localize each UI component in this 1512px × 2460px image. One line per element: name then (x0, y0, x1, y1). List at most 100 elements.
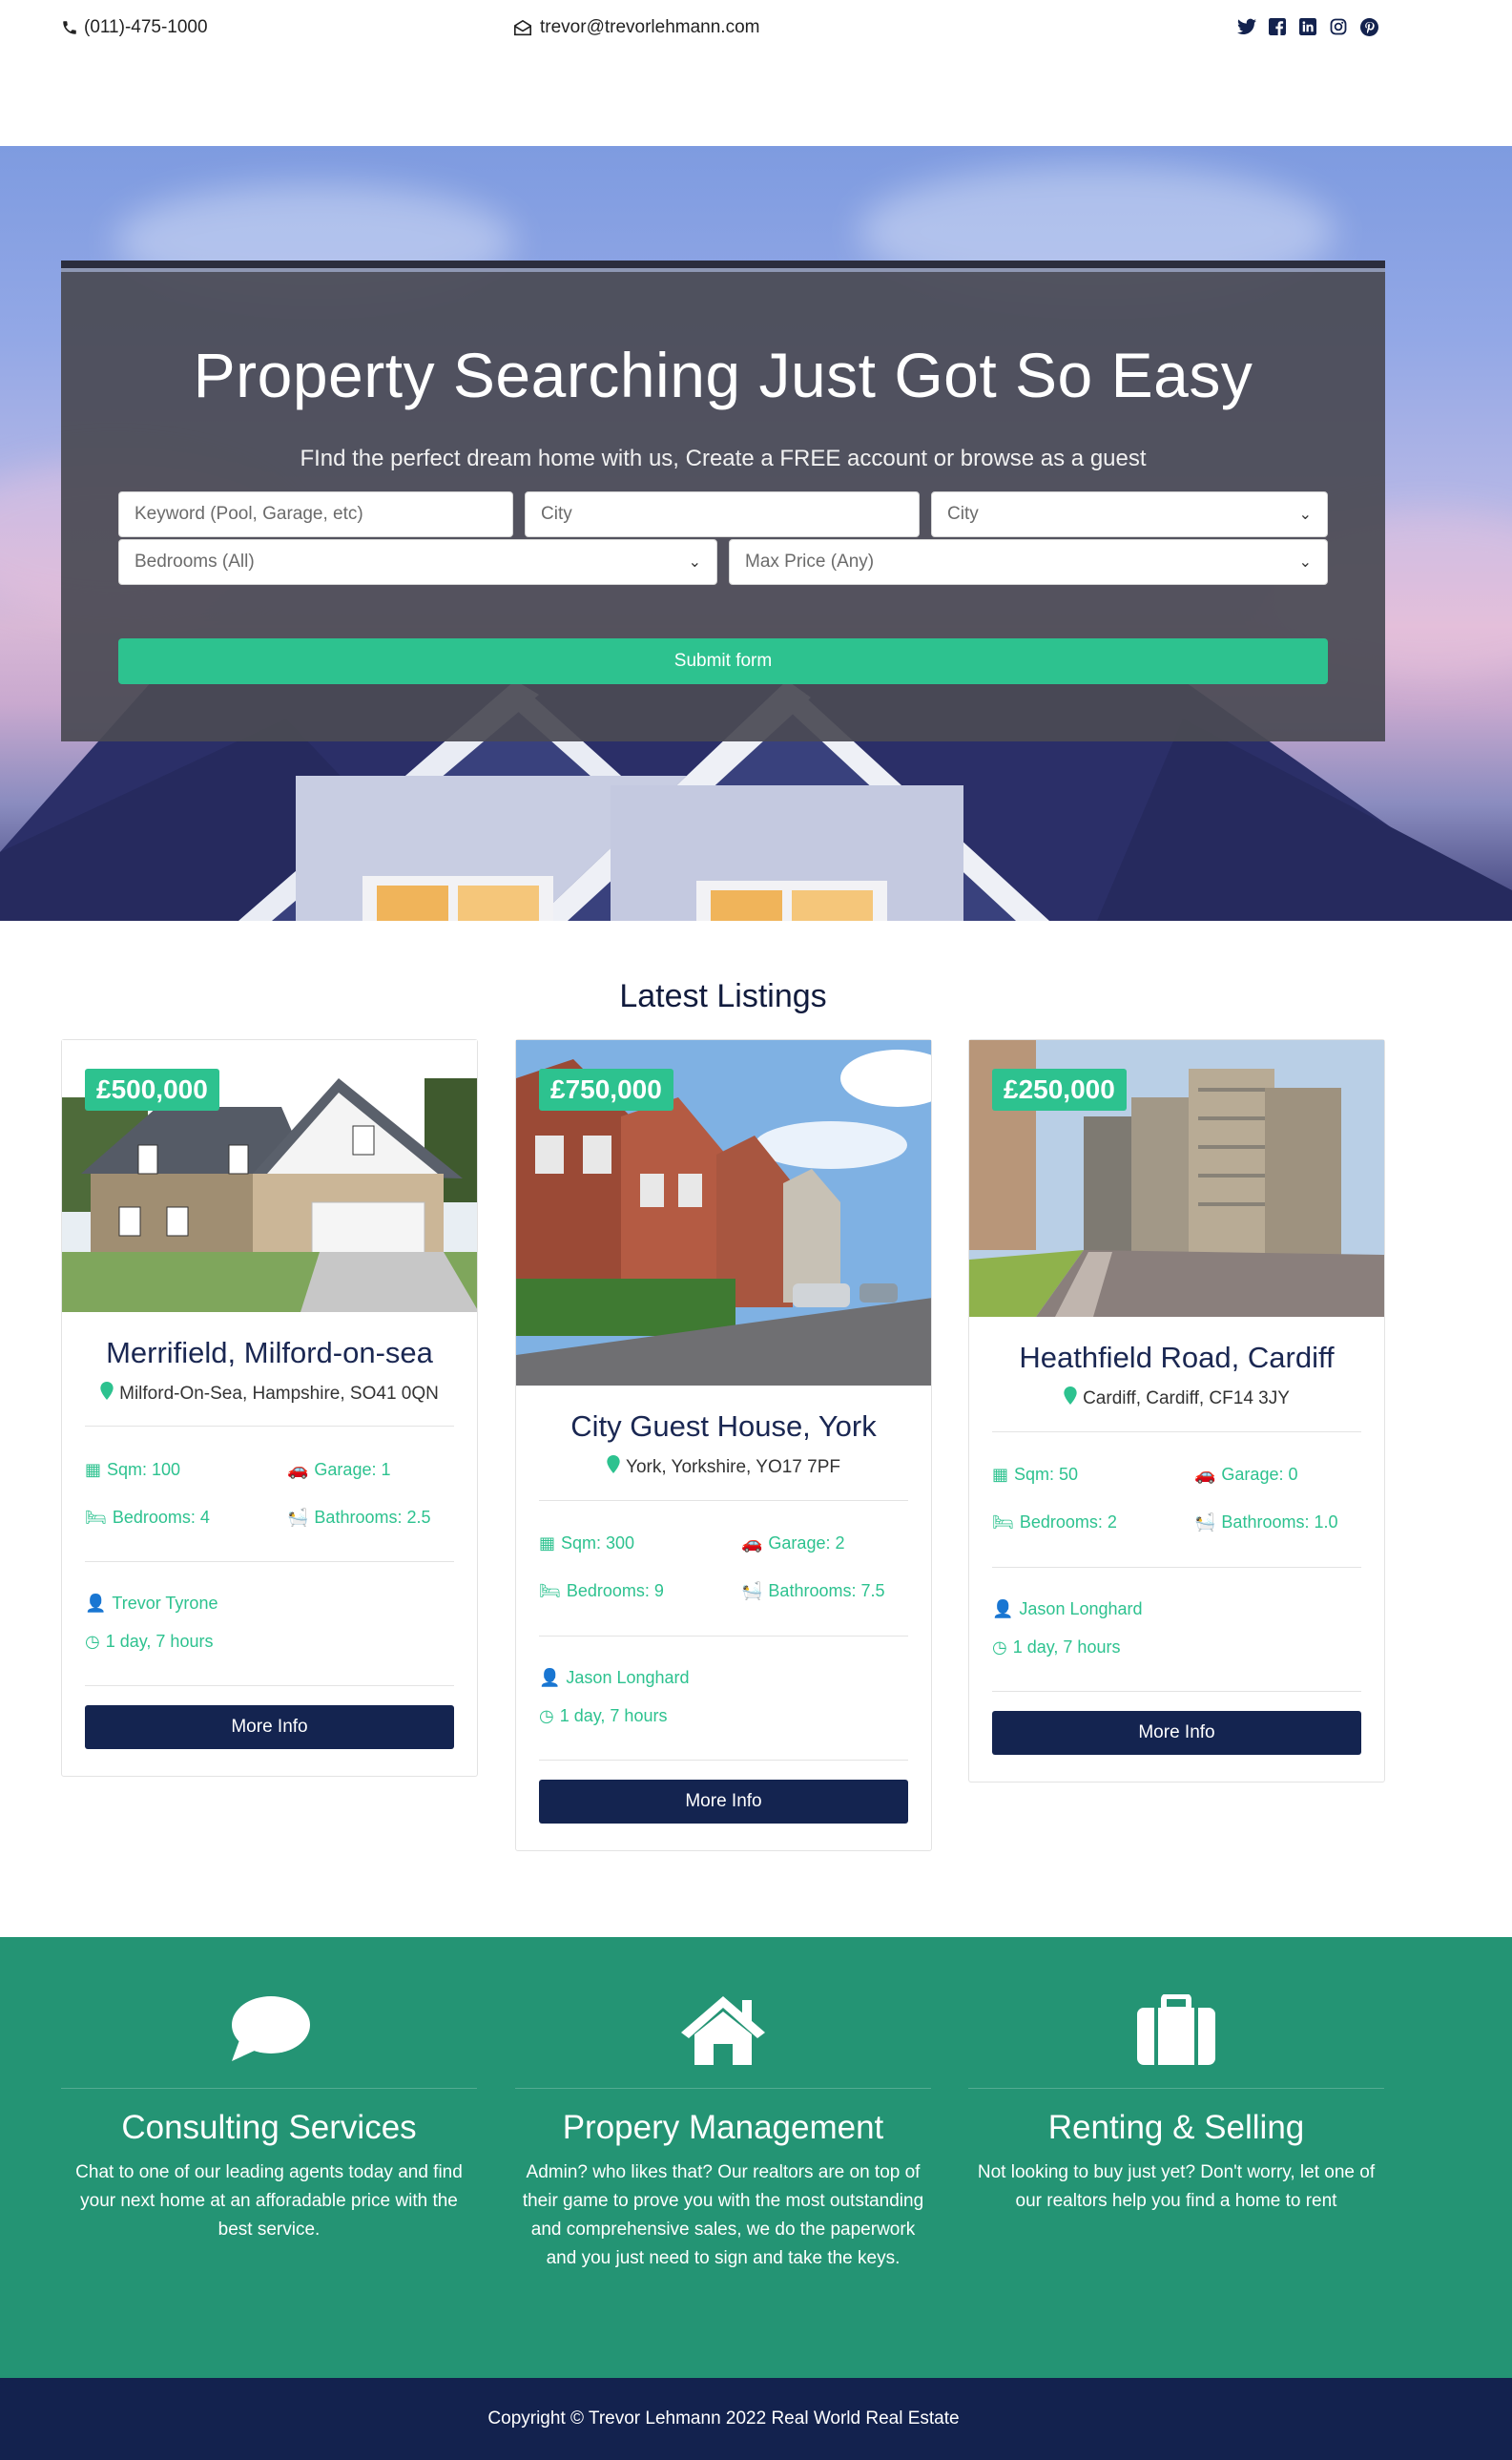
phone-contact[interactable]: (011)-475-1000 (61, 17, 208, 38)
user-icon: 👤 (85, 1594, 107, 1613)
copyright-text: Copyright © Trevor Lehmann 2022 Real Wor… (487, 2408, 960, 2429)
service-divider (968, 2088, 1384, 2089)
bed-icon: 🛏 (85, 1508, 107, 1527)
more-info-button[interactable]: More Info (539, 1780, 908, 1824)
max-price-select-value: Max Price (Any) (745, 552, 875, 572)
bedrooms-select[interactable]: Bedrooms (All) ⌄ (118, 539, 717, 585)
divider (85, 1685, 454, 1686)
facebook-icon[interactable] (1267, 16, 1288, 37)
listing-title[interactable]: Heathfield Road, Cardiff (969, 1341, 1384, 1375)
top-bar: (011)-475-1000 trevor@trevorlehmann.com (0, 0, 1512, 57)
submit-button[interactable]: Submit form (118, 638, 1328, 684)
city-input[interactable]: City (525, 491, 920, 537)
divider (539, 1760, 908, 1761)
divider (539, 1500, 908, 1501)
divider (85, 1426, 454, 1427)
time-value: 1 day, 7 hours (105, 1632, 214, 1651)
garage-value: Garage: 1 (314, 1460, 391, 1479)
more-info-button[interactable]: More Info (992, 1711, 1361, 1755)
car-icon: 🚗 (287, 1460, 309, 1479)
city-select[interactable]: City ⌄ (931, 491, 1328, 537)
sqm-value: Sqm: 100 (107, 1460, 181, 1479)
listing-address: Milford-On-Sea, Hampshire, SO41 0QN (62, 1382, 477, 1406)
listing-card: £500,000 Merrifield, Milford-on-sea Milf… (61, 1039, 478, 1777)
bathrooms-value: Bathrooms: 1.0 (1221, 1512, 1338, 1532)
search-panel: Property Searching Just Got So Easy FInd… (61, 261, 1385, 741)
chevron-down-icon: ⌄ (688, 554, 701, 571)
keyword-placeholder: Keyword (Pool, Garage, etc) (135, 504, 363, 524)
sqm-feature: ▦ Sqm: 300 (539, 1533, 634, 1553)
max-price-select[interactable]: Max Price (Any) ⌄ (729, 539, 1328, 585)
bathrooms-feature: 🛀 Bathrooms: 7.5 (741, 1581, 884, 1601)
map-marker-icon (607, 1455, 620, 1479)
clock-icon: ◷ (85, 1632, 100, 1651)
agent: 👤 Jason Longhard (539, 1668, 690, 1688)
twitter-icon[interactable] (1236, 16, 1257, 37)
car-icon: 🚗 (1194, 1465, 1216, 1484)
keyword-input[interactable]: Keyword (Pool, Garage, etc) (118, 491, 513, 537)
sqm-value: Sqm: 300 (561, 1533, 635, 1553)
listed-time: ◷ 1 day, 7 hours (539, 1706, 667, 1726)
bedrooms-feature: 🛏 Bedrooms: 4 (85, 1508, 210, 1528)
bedrooms-select-value: Bedrooms (All) (135, 552, 255, 572)
hero-subtitle: FInd the perfect dream home with us, Cre… (300, 446, 1147, 471)
car-icon: 🚗 (741, 1533, 763, 1553)
suitcase-icon (968, 1994, 1384, 2067)
grid-icon: ▦ (85, 1460, 102, 1479)
user-icon: 👤 (992, 1599, 1014, 1618)
clock-icon: ◷ (539, 1706, 554, 1725)
clock-icon: ◷ (992, 1637, 1007, 1657)
instagram-icon[interactable] (1328, 16, 1349, 37)
pinterest-icon[interactable] (1358, 16, 1379, 37)
user-icon: 👤 (539, 1668, 561, 1687)
bedrooms-value: Bedrooms: 4 (112, 1508, 210, 1527)
bath-icon: 🛀 (1194, 1512, 1216, 1532)
bedrooms-feature: 🛏 Bedrooms: 9 (539, 1581, 664, 1601)
bathrooms-feature: 🛀 Bathrooms: 1.0 (1194, 1512, 1337, 1532)
social-links (1236, 16, 1379, 37)
garage-feature: 🚗 Garage: 1 (287, 1460, 390, 1480)
map-marker-icon (100, 1382, 114, 1406)
bedrooms-feature: 🛏 Bedrooms: 2 (992, 1512, 1117, 1532)
divider (85, 1561, 454, 1562)
address-text: Milford-On-Sea, Hampshire, SO41 0QN (119, 1383, 439, 1404)
chevron-down-icon: ⌄ (1298, 554, 1312, 571)
agent-name: Trevor Tyrone (112, 1594, 218, 1613)
linkedin-icon[interactable] (1297, 16, 1318, 37)
garage-value: Garage: 2 (768, 1533, 845, 1553)
listing-title[interactable]: Merrifield, Milford-on-sea (62, 1336, 477, 1370)
email-contact[interactable]: trevor@trevorlehmann.com (513, 17, 759, 38)
listing-title[interactable]: City Guest House, York (516, 1409, 931, 1444)
bathrooms-feature: 🛀 Bathrooms: 2.5 (287, 1508, 430, 1528)
services-section: Consulting Services Chat to one of our l… (0, 1937, 1512, 2378)
chevron-down-icon: ⌄ (1298, 507, 1312, 523)
bedrooms-value: Bedrooms: 2 (1019, 1512, 1117, 1532)
footer: Copyright © Trevor Lehmann 2022 Real Wor… (0, 2378, 1512, 2460)
service-divider (515, 2088, 931, 2089)
divider (539, 1636, 908, 1637)
phone-icon (61, 19, 78, 36)
garage-feature: 🚗 Garage: 0 (1194, 1465, 1297, 1485)
city-placeholder: City (541, 504, 572, 524)
listings-title: Latest Listings (619, 978, 827, 1014)
service-title: Renting & Selling (1047, 2109, 1305, 2146)
price-badge: £500,000 (85, 1069, 219, 1111)
listing-card: £250,000 Heathfield Road, Cardiff Cardif… (968, 1039, 1385, 1782)
service-text: Not looking to buy just yet? Don't worry… (977, 2162, 1376, 2211)
garage-feature: 🚗 Garage: 2 (741, 1533, 844, 1553)
phone-number: (011)-475-1000 (84, 17, 208, 37)
time-value: 1 day, 7 hours (1012, 1637, 1121, 1657)
panel-rule (61, 261, 1385, 268)
map-marker-icon (1064, 1386, 1077, 1410)
sqm-value: Sqm: 50 (1014, 1465, 1079, 1484)
grid-icon: ▦ (992, 1465, 1009, 1484)
grid-icon: ▦ (539, 1533, 556, 1553)
service-title: Consulting Services (121, 2109, 417, 2146)
chat-bubble-icon (61, 1994, 477, 2063)
bed-icon: 🛏 (539, 1581, 561, 1600)
more-info-button[interactable]: More Info (85, 1705, 454, 1749)
envelope-icon (513, 19, 532, 36)
sqm-feature: ▦ Sqm: 100 (85, 1460, 180, 1480)
divider (992, 1431, 1361, 1432)
email-address: trevor@trevorlehmann.com (540, 17, 760, 37)
